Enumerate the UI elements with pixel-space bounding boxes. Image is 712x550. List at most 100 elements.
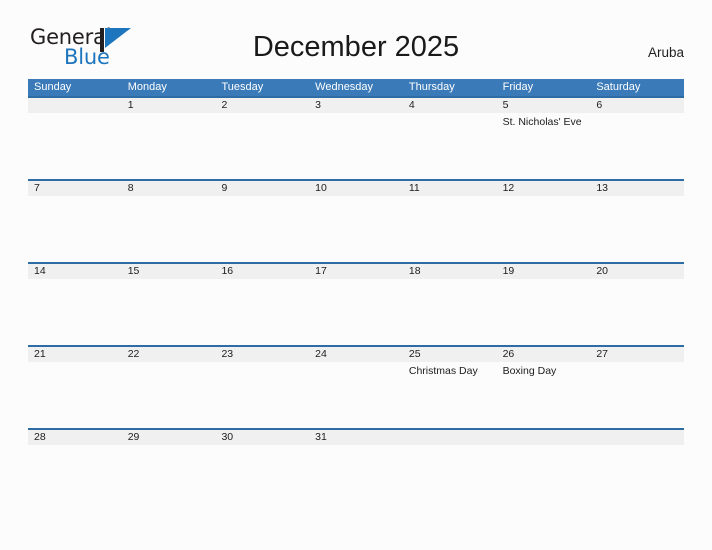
- day-number[interactable]: 16: [215, 264, 309, 279]
- calendar-grid: Sunday Monday Tuesday Wednesday Thursday…: [28, 79, 684, 465]
- day-number[interactable]: 18: [403, 264, 497, 279]
- day-number[interactable]: 26: [497, 347, 591, 362]
- day-cell[interactable]: Christmas Day: [403, 362, 497, 428]
- day-number[interactable]: 6: [590, 98, 684, 113]
- day-cell[interactable]: [590, 445, 684, 465]
- day-number[interactable]: 13: [590, 181, 684, 196]
- page-header: General Blue December 2025 Aruba: [0, 0, 712, 68]
- week-number-band: 21 22 23 24 25 26 27: [28, 345, 684, 362]
- week-event-band: [28, 445, 684, 465]
- day-cell[interactable]: [497, 445, 591, 465]
- day-cell[interactable]: [403, 445, 497, 465]
- day-cell[interactable]: [28, 279, 122, 345]
- day-cell[interactable]: [309, 279, 403, 345]
- day-event: St. Nicholas' Eve: [502, 116, 582, 128]
- day-number[interactable]: 4: [403, 98, 497, 113]
- day-number[interactable]: 30: [215, 430, 309, 445]
- weekday-thursday: Thursday: [408, 81, 455, 93]
- calendar-week-row: 1 2 3 4 5 6 St. Nicholas' Eve: [28, 96, 684, 179]
- day-cell[interactable]: St. Nicholas' Eve: [497, 113, 591, 179]
- calendar-page: General Blue December 2025 Aruba Sunday …: [0, 0, 712, 550]
- day-number[interactable]: 21: [28, 347, 122, 362]
- page-title: December 2025: [252, 31, 460, 63]
- day-cell[interactable]: [590, 113, 684, 179]
- day-number[interactable]: 3: [309, 98, 403, 113]
- week-number-band: 28 29 30 31: [28, 428, 684, 445]
- weekday-monday: Monday: [127, 81, 167, 93]
- day-cell[interactable]: Boxing Day: [497, 362, 591, 428]
- day-cell[interactable]: [590, 196, 684, 262]
- day-number[interactable]: 22: [122, 347, 216, 362]
- day-number[interactable]: 5: [497, 98, 591, 113]
- weekday-saturday: Saturday: [596, 81, 641, 93]
- day-cell[interactable]: [590, 362, 684, 428]
- day-cell[interactable]: [122, 113, 216, 179]
- day-number[interactable]: 10: [309, 181, 403, 196]
- week-event-band: St. Nicholas' Eve: [28, 113, 684, 179]
- day-event: Christmas Day: [408, 365, 478, 377]
- week-number-band: 7 8 9 10 11 12 13: [28, 179, 684, 196]
- day-cell[interactable]: [122, 279, 216, 345]
- day-number[interactable]: 28: [28, 430, 122, 445]
- country-label: Aruba: [647, 45, 684, 60]
- day-cell[interactable]: [403, 196, 497, 262]
- day-number[interactable]: 24: [309, 347, 403, 362]
- day-number[interactable]: 8: [122, 181, 216, 196]
- day-cell[interactable]: [309, 445, 403, 465]
- day-cell[interactable]: [497, 196, 591, 262]
- day-number[interactable]: [28, 98, 122, 113]
- week-number-band: 1 2 3 4 5 6: [28, 96, 684, 113]
- week-number-band: 14 15 16 17 18 19 20: [28, 262, 684, 279]
- day-cell[interactable]: [28, 362, 122, 428]
- day-cell[interactable]: [122, 445, 216, 465]
- day-cell[interactable]: [497, 279, 591, 345]
- day-cell[interactable]: [403, 279, 497, 345]
- day-cell[interactable]: [309, 362, 403, 428]
- week-event-band: [28, 279, 684, 345]
- day-cell[interactable]: [215, 279, 309, 345]
- day-cell[interactable]: [309, 113, 403, 179]
- day-cell[interactable]: [28, 196, 122, 262]
- day-number[interactable]: [590, 430, 684, 445]
- day-cell[interactable]: [122, 362, 216, 428]
- day-number[interactable]: 15: [122, 264, 216, 279]
- day-number[interactable]: 27: [590, 347, 684, 362]
- day-cell[interactable]: [215, 445, 309, 465]
- weekday-wednesday: Wednesday: [315, 81, 374, 93]
- day-number[interactable]: 19: [497, 264, 591, 279]
- calendar-week-row: 21 22 23 24 25 26 27 Christmas Day Boxin…: [28, 345, 684, 428]
- day-cell[interactable]: [28, 113, 122, 179]
- calendar-week-row: 28 29 30 31: [28, 428, 684, 465]
- weekday-sunday: Sunday: [34, 81, 72, 93]
- week-event-band: Christmas Day Boxing Day: [28, 362, 684, 428]
- day-number[interactable]: 31: [309, 430, 403, 445]
- day-number[interactable]: 11: [403, 181, 497, 196]
- day-number[interactable]: 20: [590, 264, 684, 279]
- day-cell[interactable]: [28, 445, 122, 465]
- day-cell[interactable]: [215, 362, 309, 428]
- day-number[interactable]: [497, 430, 591, 445]
- day-number[interactable]: 7: [28, 181, 122, 196]
- day-cell[interactable]: [215, 113, 309, 179]
- day-cell[interactable]: [403, 113, 497, 179]
- day-number[interactable]: 23: [215, 347, 309, 362]
- calendar-week-row: 7 8 9 10 11 12 13: [28, 179, 684, 262]
- weekday-friday: Friday: [502, 81, 534, 93]
- weekday-tuesday: Tuesday: [221, 81, 264, 93]
- calendar-week-row: 14 15 16 17 18 19 20: [28, 262, 684, 345]
- day-number[interactable]: 9: [215, 181, 309, 196]
- day-number[interactable]: 1: [122, 98, 216, 113]
- day-number[interactable]: 12: [497, 181, 591, 196]
- day-cell[interactable]: [215, 196, 309, 262]
- day-cell[interactable]: [122, 196, 216, 262]
- week-event-band: [28, 196, 684, 262]
- day-cell[interactable]: [590, 279, 684, 345]
- day-number[interactable]: 14: [28, 264, 122, 279]
- day-number[interactable]: [403, 430, 497, 445]
- day-number[interactable]: 29: [122, 430, 216, 445]
- weekday-header-row: Sunday Monday Tuesday Wednesday Thursday…: [28, 79, 684, 96]
- day-number[interactable]: 2: [215, 98, 309, 113]
- day-cell[interactable]: [309, 196, 403, 262]
- day-number[interactable]: 17: [309, 264, 403, 279]
- day-number[interactable]: 25: [403, 347, 497, 362]
